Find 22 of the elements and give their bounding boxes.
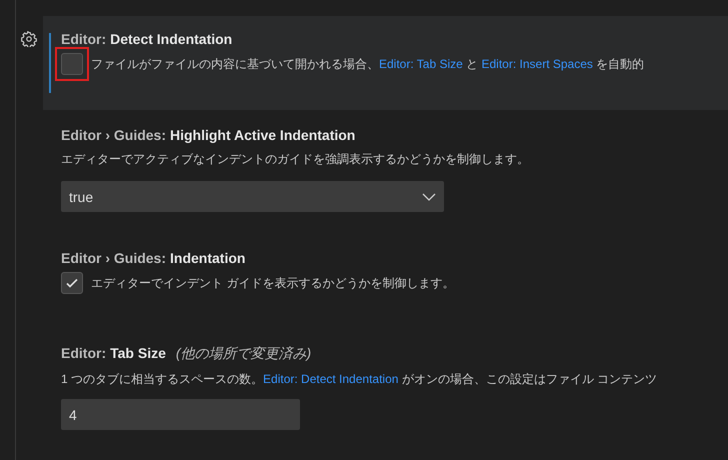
setting-link[interactable]: Editor: Detect Indentation	[263, 372, 398, 386]
setting-name: Tab Size	[110, 345, 166, 361]
input-field[interactable]: 4	[61, 399, 300, 430]
setting-category: Editor › Guides:	[61, 127, 166, 143]
dropdown[interactable]: true	[61, 181, 444, 212]
setting-link[interactable]: Editor: Tab Size	[379, 57, 463, 71]
modified-note: (他の場所で変更済み)	[176, 345, 312, 363]
setting-name: Highlight Active Indentation	[170, 127, 356, 143]
checkbox[interactable]	[61, 53, 83, 75]
setting-name: Detect Indentation	[110, 31, 232, 47]
settings-icon[interactable]	[21, 31, 37, 47]
setting-description: ファイルがファイルの内容に基づいて開かれる場合、Editor: Tab Size と Editor: Insert Spaces を自動的	[91, 56, 644, 73]
setting-link[interactable]: Editor: Insert Spaces	[482, 57, 593, 71]
setting-description: エディターでアクティブなインデントのガイドを強調表示するかどうかを制御します。	[61, 151, 530, 168]
setting-category: Editor › Guides:	[61, 250, 166, 266]
setting-description: 1 つのタブに相当するスペースの数。Editor: Detect Indentation がオンの場合、この設定はファイル コンテンツ	[61, 371, 658, 388]
setting-description: エディターでインデント ガイドを表示するかどうかを制御します。	[91, 275, 454, 292]
setting-name: Indentation	[170, 250, 246, 266]
setting-category: Editor:	[61, 31, 106, 47]
checkbox[interactable]	[61, 272, 83, 294]
setting-category: Editor:	[61, 345, 106, 361]
chevron-down-icon	[422, 192, 436, 200]
